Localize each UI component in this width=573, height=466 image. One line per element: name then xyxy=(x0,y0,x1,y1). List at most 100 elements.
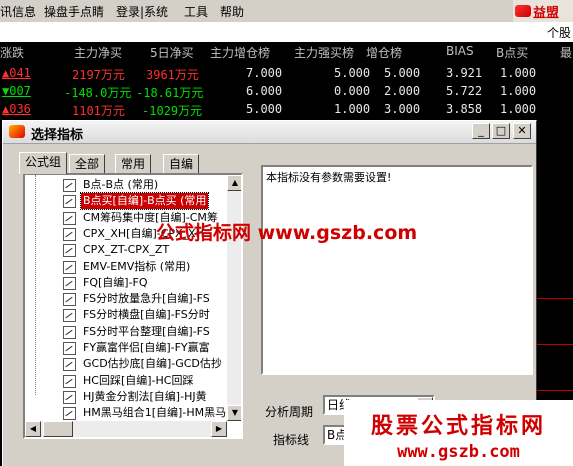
cell-main-net: 1101万元 xyxy=(72,104,125,118)
description-text: 本指标没有参数需要设置! xyxy=(266,171,392,184)
col-header-add[interactable]: 增仓榜 xyxy=(366,44,402,61)
stock-table: 涨跌 主力净买 5日净买 主力增仓榜 主力强买榜 增仓榜 BIAS B点买 最 … xyxy=(0,42,573,120)
cell-change: ▲041 xyxy=(2,66,31,80)
indicator-item[interactable]: HC回踩[自编]-HC回踩 xyxy=(63,373,241,389)
indicator-label: GCD估抄底[自编]-GCD估抄 xyxy=(83,357,222,371)
vertical-scrollbar[interactable]: ▲ ▼ xyxy=(227,175,241,421)
cell-add: 2.000 xyxy=(384,84,421,98)
chart-icon xyxy=(63,309,76,323)
menu-item-trader[interactable]: 操盘手点睛 xyxy=(44,3,104,20)
chart-icon xyxy=(63,276,76,290)
cell-net5: 3961万元 xyxy=(146,68,199,82)
indicator-label: FY赢富伴侣[自编]-FY赢富 xyxy=(83,341,210,354)
watermark-center: 公式指标网 www.gszb.com xyxy=(156,222,418,244)
indicator-item[interactable]: FY赢富伴侣[自编]-FY赢富 xyxy=(63,340,241,356)
col-header-b[interactable]: B点买 xyxy=(496,44,528,61)
cell-inc: 5.000 xyxy=(246,102,283,116)
indicator-label: FS分时横盘[自编]-FS分时 xyxy=(83,308,210,322)
indicator-item[interactable]: B点买[自编]-B点买 (常用 xyxy=(63,192,241,211)
tab-custom[interactable]: 自编 xyxy=(163,154,200,173)
indicator-label: B点-B点 (常用) xyxy=(83,178,159,191)
indicator-item[interactable]: FS分时放量急升[自编]-FS xyxy=(63,291,241,307)
indicator-item[interactable]: FS分时平台整理[自编]-FS xyxy=(63,324,241,340)
brand-logo-icon xyxy=(515,5,531,17)
cell-change: ▼007 xyxy=(2,84,31,98)
cell-inc: 7.000 xyxy=(246,66,283,80)
scroll-right-button[interactable]: ▶ xyxy=(211,421,227,437)
indicator-item[interactable]: FQ[自编]-FQ xyxy=(63,275,241,291)
cell-add: 3.000 xyxy=(384,102,421,116)
chart-icon xyxy=(63,293,76,307)
col-header-strong[interactable]: 主力强买榜 xyxy=(294,44,354,61)
tab-common[interactable]: 常用 xyxy=(115,154,152,173)
minimize-button[interactable]: _ xyxy=(472,123,490,139)
scroll-left-button[interactable]: ◀ xyxy=(25,421,41,437)
indicator-label: FQ[自编]-FQ xyxy=(83,275,148,289)
indicator-item[interactable]: B点-B点 (常用) xyxy=(63,177,241,193)
col-header-change[interactable]: 涨跌 xyxy=(0,44,24,61)
indicator-tree[interactable]: B点-B点 (常用) B点买[自编]-B点买 (常用 CM筹码集中度[自编]-CM筹… xyxy=(23,173,243,439)
chart-gridline xyxy=(537,298,573,299)
watermark-url: www.gszb.com xyxy=(397,442,520,462)
watermark-title: 股票公式指标网 xyxy=(370,414,546,439)
chart-icon xyxy=(63,260,76,274)
chart-icon xyxy=(63,374,76,388)
col-header-main-net[interactable]: 主力净买 xyxy=(74,44,122,61)
indicator-label: HC回踩[自编]-HC回踩 xyxy=(83,373,194,387)
chart-gridline xyxy=(537,390,573,391)
indicator-label: EMV-EMV指标 (常用) xyxy=(83,259,191,273)
tree-connector xyxy=(35,175,37,395)
indicator-item[interactable]: HJ黄金分割法[自编]-HJ黄 xyxy=(63,389,241,405)
chart-gridline xyxy=(537,344,573,345)
col-header-inc[interactable]: 主力增仓榜 xyxy=(210,44,270,61)
cell-b: 1.000 xyxy=(500,84,537,98)
menu-bar: 讯信息 操盘手点睛 登录|系统 工具 帮助 益盟 xyxy=(0,0,573,23)
sub-bar: 个股 xyxy=(0,22,573,42)
indicator-item[interactable]: EMV-EMV指标 (常用) xyxy=(63,259,241,275)
cell-add: 5.000 xyxy=(384,66,421,80)
app-icon xyxy=(9,125,25,138)
col-header-more[interactable]: 最 xyxy=(560,44,572,61)
sub-bar-text: 个股 xyxy=(546,26,571,40)
tab-all[interactable]: 全部 xyxy=(69,154,106,173)
menu-item-system[interactable]: 登录|系统 xyxy=(116,3,168,20)
cell-net5: -1029万元 xyxy=(142,104,203,118)
col-header-net5[interactable]: 5日净买 xyxy=(150,44,194,61)
brand-name: 益盟 xyxy=(533,5,560,21)
indicator-label: B点买[自编]-B点买 (常用 xyxy=(79,192,210,211)
chart-icon xyxy=(63,179,76,192)
scroll-thumb[interactable] xyxy=(43,421,73,437)
menu-item-help[interactable]: 帮助 xyxy=(220,3,244,20)
watermark-corner: 股票公式指标网 www.gszb.com xyxy=(344,400,573,466)
indicator-label: FS分时放量急升[自编]-FS xyxy=(83,292,210,306)
chart-icon xyxy=(63,325,76,339)
cell-strong: 0.000 xyxy=(334,84,371,98)
indicator-label: FS分时平台整理[自编]-FS xyxy=(83,324,210,338)
scroll-down-button[interactable]: ▼ xyxy=(227,405,241,421)
menu-item-tools[interactable]: 工具 xyxy=(184,3,208,20)
dialog-titlebar[interactable]: 选择指标 _ □ ✕ xyxy=(3,121,536,144)
tab-formula-group[interactable]: 公式组 xyxy=(19,152,68,174)
chart-icon xyxy=(63,195,76,209)
cell-b: 1.000 xyxy=(500,102,537,116)
indicator-item[interactable]: HM黑马组合1[自编]-HM黑马 xyxy=(63,405,241,421)
indicator-item[interactable]: FS分时横盘[自编]-FS分时 xyxy=(63,307,241,323)
menu-item-info[interactable]: 讯信息 xyxy=(0,3,36,20)
cell-bias: 5.722 xyxy=(446,84,483,98)
chart-icon xyxy=(63,211,76,225)
cell-change: ▲036 xyxy=(2,102,31,116)
cell-strong: 1.000 xyxy=(334,102,371,116)
horizontal-scrollbar[interactable]: ◀ ▶ xyxy=(25,421,227,437)
col-header-bias[interactable]: BIAS xyxy=(446,44,474,58)
maximize-button[interactable]: □ xyxy=(492,123,510,139)
indicator-item[interactable]: GCD估抄底[自编]-GCD估抄 xyxy=(63,356,241,372)
close-button[interactable]: ✕ xyxy=(513,123,531,139)
scroll-up-button[interactable]: ▲ xyxy=(227,175,241,191)
cell-strong: 5.000 xyxy=(334,66,371,80)
cell-inc: 6.000 xyxy=(246,84,283,98)
indicator-label: HM黑马组合1[自编]-HM黑马 xyxy=(83,406,227,420)
chart-icon xyxy=(63,342,76,355)
cell-bias: 3.921 xyxy=(446,66,483,80)
line-label: 指标线 xyxy=(273,433,310,447)
chart-icon xyxy=(63,358,76,372)
